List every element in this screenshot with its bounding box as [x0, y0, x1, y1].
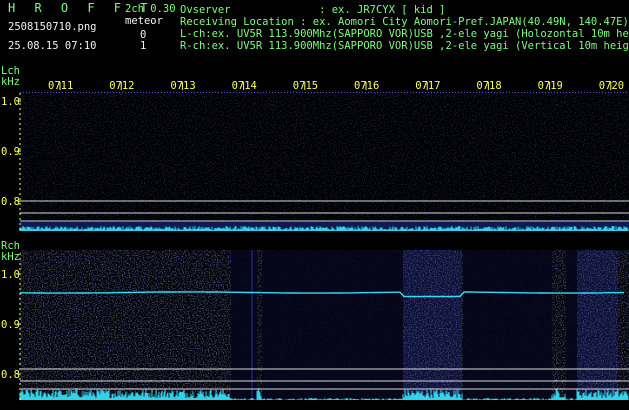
lch-panel: [19, 91, 629, 231]
time-tick-label: 0720: [599, 80, 624, 92]
time-tick-label: 0719: [538, 80, 563, 92]
time-tick-label: 0717: [415, 80, 440, 92]
rch-unit-label: kHz: [1, 251, 20, 263]
spectrogram: 0711 0712 0713 0714 0715 0716 0717 0718 0719 0720…: [1, 80, 629, 400]
time-tick-label: 0715: [293, 80, 318, 92]
freq-tick-label: 1.0: [1, 269, 20, 281]
time-tick-label: 0711: [48, 80, 73, 92]
freq-tick-label: 0.9: [1, 319, 20, 331]
freq-tick-label: 1.0: [1, 96, 20, 108]
time-tick-label: 0713: [170, 80, 195, 92]
time-tick-label: 0714: [232, 80, 257, 92]
time-tick-label: 0712: [109, 80, 134, 92]
lch-unit-label: kHz: [1, 76, 20, 88]
freq-tick-label: 0.9: [1, 146, 20, 158]
time-tick-label: 0718: [476, 80, 501, 92]
rch-panel: [19, 250, 629, 400]
time-tick-label: 0716: [354, 80, 379, 92]
freq-tick-label: 0.8: [1, 196, 20, 208]
freq-tick-label: 0.8: [1, 369, 20, 381]
